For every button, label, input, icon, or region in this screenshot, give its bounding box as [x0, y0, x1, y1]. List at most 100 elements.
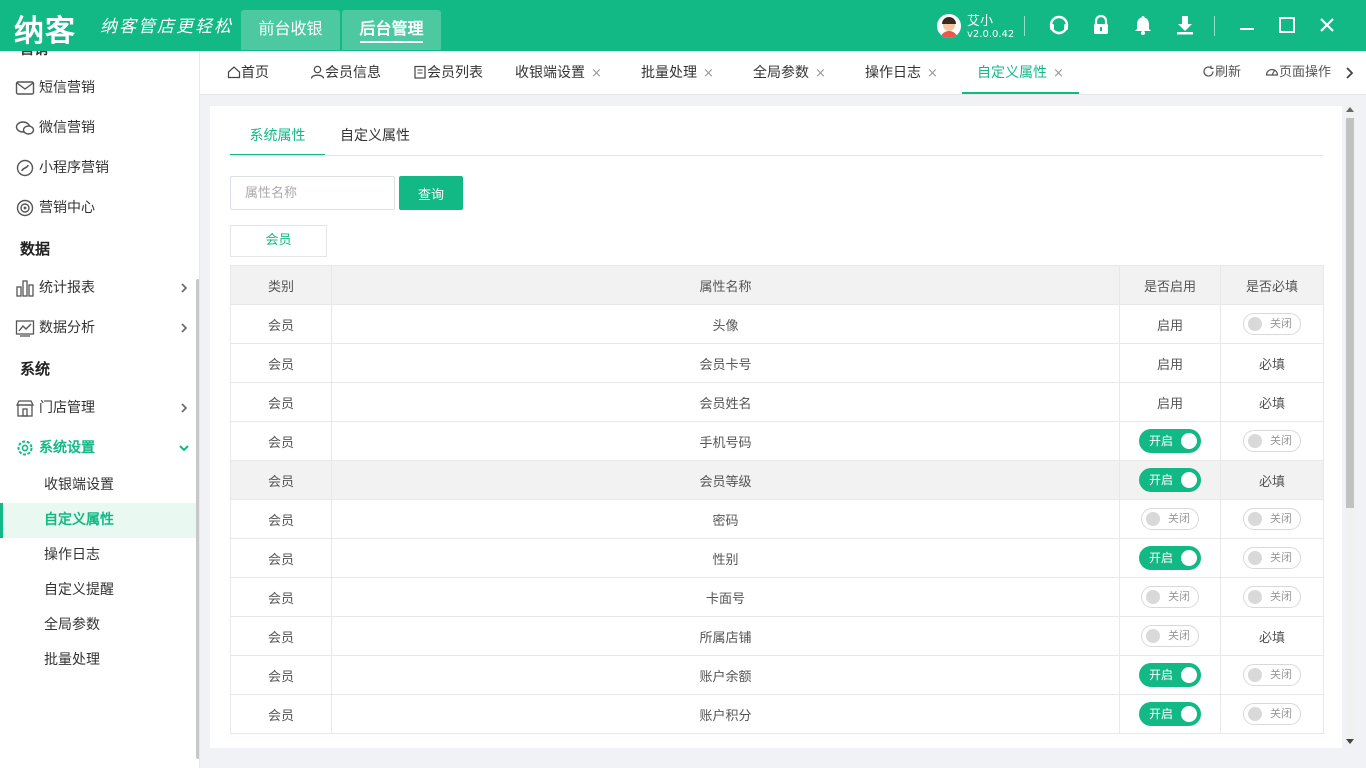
tab-custom-attributes[interactable]: 自定义属性 ×	[962, 51, 1079, 95]
enabled-toggle[interactable]: 开启	[1139, 702, 1201, 726]
download-icon[interactable]	[1174, 14, 1196, 36]
table-row[interactable]: 会员 账户余额 开启 关闭	[230, 655, 1324, 695]
sidebar-subitem-operation-log[interactable]: 操作日志	[0, 538, 196, 573]
close-icon[interactable]	[1316, 14, 1338, 36]
user-name[interactable]: 艾小	[967, 10, 993, 29]
cell-category: 会员	[230, 577, 332, 617]
tab-backend-management[interactable]: 后台管理	[342, 10, 441, 50]
tab-cashier-settings[interactable]: 收银端设置 ×	[515, 51, 602, 95]
enabled-toggle[interactable]: 开启	[1139, 546, 1201, 570]
sidebar: 营销 短信营销 微信营销 小程序营销 营销中心 数据	[0, 51, 200, 768]
app-slogan: 纳客管店更轻松	[100, 17, 233, 37]
sidebar-item-miniprogram-marketing[interactable]: 小程序营销	[0, 150, 196, 186]
required-toggle[interactable]: 关闭	[1243, 664, 1301, 686]
tab-batch-processing[interactable]: 批量处理 ×	[641, 51, 714, 95]
cell-attribute-name: 性别	[331, 538, 1120, 578]
cell-enabled: 关闭	[1119, 616, 1221, 656]
cell-attribute-name: 密码	[331, 499, 1120, 539]
home-icon	[227, 66, 241, 79]
cell-required: 关闭	[1220, 694, 1324, 734]
table-header-row: 类别 属性名称 是否启用 是否必填	[230, 265, 1324, 305]
table-row[interactable]: 会员 会员等级 开启 必填	[230, 460, 1324, 500]
refresh-button[interactable]: 刷新	[1202, 51, 1241, 95]
scroll-down-arrow[interactable]	[1346, 739, 1354, 744]
tab-custom-attributes-sub[interactable]: 自定义属性	[340, 124, 410, 156]
tab-member-info[interactable]: 会员信息	[310, 51, 381, 95]
tab-close-icon[interactable]: ×	[1053, 66, 1064, 81]
enabled-toggle[interactable]: 关闭	[1141, 586, 1199, 608]
tab-system-attributes[interactable]: 系统属性	[230, 124, 325, 156]
bell-icon[interactable]	[1132, 14, 1154, 36]
enabled-toggle[interactable]: 开启	[1139, 663, 1201, 687]
avatar[interactable]	[937, 14, 961, 38]
tab-global-params[interactable]: 全局参数 ×	[753, 51, 826, 95]
enabled-toggle[interactable]: 关闭	[1141, 625, 1199, 647]
sidebar-subitem-cashier-settings[interactable]: 收银端设置	[0, 468, 196, 503]
tab-close-icon[interactable]: ×	[591, 66, 602, 81]
category-chip-member[interactable]: 会员	[230, 225, 327, 257]
tab-close-icon[interactable]: ×	[815, 66, 826, 81]
table-row[interactable]: 会员 账户积分 开启 关闭	[230, 694, 1324, 734]
tab-operation-log[interactable]: 操作日志 ×	[865, 51, 938, 95]
lock-icon[interactable]	[1090, 14, 1112, 36]
sidebar-item-data-analysis[interactable]: 数据分析	[0, 310, 196, 346]
minimize-icon[interactable]	[1236, 14, 1258, 36]
sidebar-item-sms-marketing[interactable]: 短信营销	[0, 70, 196, 106]
enabled-toggle[interactable]: 开启	[1139, 468, 1201, 492]
scroll-up-arrow[interactable]	[1346, 107, 1354, 112]
toggle-label: 开启	[1149, 668, 1174, 682]
table-row[interactable]: 会员 所属店铺 关闭 必填	[230, 616, 1324, 656]
sidebar-item-marketing-center[interactable]: 营销中心	[0, 190, 196, 226]
tab-label: 操作日志	[865, 65, 921, 81]
scroll-thumb[interactable]	[1346, 118, 1354, 508]
refresh-label: 刷新	[1215, 65, 1242, 80]
required-toggle[interactable]: 关闭	[1243, 430, 1301, 452]
cell-required: 必填	[1220, 460, 1324, 500]
required-toggle[interactable]: 关闭	[1243, 547, 1301, 569]
sidebar-subitem-custom-attributes[interactable]: 自定义属性	[0, 503, 196, 538]
sidebar-item-statistics-report[interactable]: 统计报表	[0, 270, 196, 306]
tab-label: 会员信息	[325, 65, 381, 81]
table-row[interactable]: 会员 性别 开启 关闭	[230, 538, 1324, 578]
table-row[interactable]: 会员 会员姓名 启用 必填	[230, 382, 1324, 422]
sidebar-item-store-management[interactable]: 门店管理	[0, 390, 196, 426]
search-button[interactable]: 查询	[399, 176, 463, 210]
page-operations-button[interactable]: 页面操作	[1265, 51, 1331, 95]
tab-front-cashier[interactable]: 前台收银	[241, 10, 340, 50]
table-row[interactable]: 会员 卡面号 关闭 关闭	[230, 577, 1324, 617]
tab-underline	[230, 155, 1323, 156]
sidebar-item-marketing[interactable]: 营销	[0, 51, 196, 68]
table-row[interactable]: 会员 头像 启用 关闭	[230, 304, 1324, 344]
cell-category: 会员	[230, 343, 332, 383]
sidebar-item-wechat-marketing[interactable]: 微信营销	[0, 110, 196, 146]
table-row[interactable]: 会员 会员卡号 启用 必填	[230, 343, 1324, 383]
chevron-right-icon[interactable]	[1344, 66, 1356, 80]
required-toggle[interactable]: 关闭	[1243, 313, 1301, 335]
tab-home[interactable]: 首页	[227, 51, 269, 95]
table-row[interactable]: 会员 密码 关闭 关闭	[230, 499, 1324, 539]
sidebar-subitem-custom-reminder[interactable]: 自定义提醒	[0, 573, 196, 608]
attribute-name-search-input[interactable]	[230, 176, 395, 210]
app-logo: 纳客	[14, 14, 76, 49]
sidebar-item-system-settings[interactable]: 系统设置	[0, 430, 196, 466]
line-chart-icon	[15, 320, 35, 337]
toggle-knob	[1181, 433, 1197, 449]
required-toggle[interactable]: 关闭	[1243, 703, 1301, 725]
cell-required: 必填	[1220, 616, 1324, 656]
tab-close-icon[interactable]: ×	[703, 66, 714, 81]
tab-close-icon[interactable]: ×	[927, 66, 938, 81]
col-header-category: 类别	[230, 265, 332, 305]
table-row[interactable]: 会员 手机号码 开启 关闭	[230, 421, 1324, 461]
required-text: 必填	[1258, 630, 1285, 646]
required-toggle[interactable]: 关闭	[1243, 508, 1301, 530]
tab-member-list[interactable]: 会员列表	[413, 51, 483, 95]
headset-icon[interactable]	[1048, 14, 1070, 36]
main-scrollbar[interactable]	[1345, 106, 1355, 746]
maximize-icon[interactable]	[1276, 14, 1298, 36]
enabled-toggle[interactable]: 开启	[1139, 429, 1201, 453]
sidebar-subitem-batch-processing[interactable]: 批量处理	[0, 643, 196, 678]
required-toggle[interactable]: 关闭	[1243, 586, 1301, 608]
sidebar-scrollbar[interactable]	[196, 279, 199, 759]
sidebar-subitem-global-params[interactable]: 全局参数	[0, 608, 196, 643]
enabled-toggle[interactable]: 关闭	[1141, 508, 1199, 530]
